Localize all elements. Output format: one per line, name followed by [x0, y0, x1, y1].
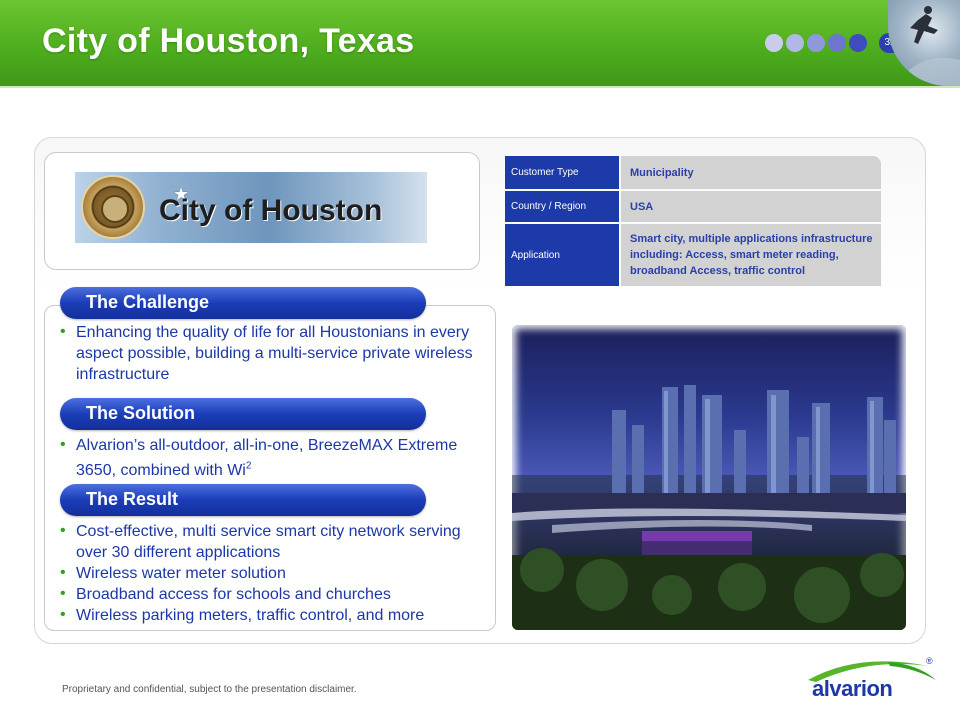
info-row: Customer Type Municipality — [505, 156, 881, 189]
city-seal-icon — [81, 175, 145, 239]
info-label: Customer Type — [505, 156, 619, 189]
corner-photo — [888, 0, 960, 86]
alvarion-logo: alvarion ® — [798, 656, 938, 706]
result-title: The Result — [86, 489, 179, 509]
challenge-bullets: • Enhancing the quality of life for all … — [60, 322, 488, 385]
challenge-title: The Challenge — [86, 292, 210, 312]
progress-dot — [765, 34, 783, 52]
solution-text: Alvarion’s all-outdoor, all-in-one, Bree… — [76, 437, 458, 480]
logo-text: City of Houston — [159, 194, 383, 227]
bullet-text: Cost-effective, multi service smart city… — [76, 523, 461, 561]
bullet-text: Broadband access for schools and churche… — [76, 586, 391, 603]
list-item: • Wireless water meter solution — [60, 563, 490, 584]
info-row: Application Smart city, multiple applica… — [505, 224, 881, 286]
info-value: Smart city, multiple applications infras… — [621, 224, 881, 286]
bullet-dot: • — [60, 606, 66, 623]
info-label: Application — [505, 224, 619, 286]
superscript: 2 — [245, 461, 252, 472]
city-logo-banner: ★ City of Houston — [75, 172, 427, 243]
bullet-text: Wireless parking meters, traffic control… — [76, 607, 425, 624]
progress-dots — [765, 34, 867, 52]
solution-bullets: • Alvarion’s all-outdoor, all-in-one, Br… — [60, 435, 460, 481]
bullet-dot: • — [60, 323, 66, 340]
solution-header: The Solution — [60, 398, 426, 430]
houston-skyline-photo — [512, 325, 906, 630]
customer-info-table: Customer Type Municipality Country / Reg… — [505, 156, 881, 286]
bullet-dot: • — [60, 564, 66, 581]
result-bullets: • Cost-effective, multi service smart ci… — [60, 521, 490, 626]
info-row: Country / Region USA — [505, 191, 881, 222]
info-value: USA — [621, 191, 881, 222]
list-item: • Wireless parking meters, traffic contr… — [60, 605, 490, 626]
list-item: • Cost-effective, multi service smart ci… — [60, 521, 490, 563]
slide-header: City of Houston, Texas 32 — [0, 0, 960, 88]
skyline-illustration — [512, 385, 906, 630]
registered-mark: ® — [926, 656, 933, 666]
info-label: Country / Region — [505, 191, 619, 222]
bullet-text: Alvarion’s all-outdoor, all-in-one, Bree… — [76, 437, 457, 479]
disclaimer-text: Proprietary and confidential, subject to… — [62, 684, 357, 695]
progress-dot — [786, 34, 804, 52]
info-value: Municipality — [621, 156, 881, 189]
bullet-text: Wireless water meter solution — [76, 565, 286, 582]
challenge-header: The Challenge — [60, 287, 426, 319]
bullet-dot: • — [60, 585, 66, 602]
solution-title: The Solution — [86, 403, 195, 423]
progress-dot — [807, 34, 825, 52]
list-item: • Broadband access for schools and churc… — [60, 584, 490, 605]
brand-name: alvarion — [812, 676, 893, 701]
result-header: The Result — [60, 484, 426, 516]
progress-dot — [849, 34, 867, 52]
slide-title: City of Houston, Texas — [42, 22, 415, 60]
list-item: • Alvarion’s all-outdoor, all-in-one, Br… — [60, 435, 460, 481]
bullet-dot: • — [60, 436, 66, 453]
list-item: • Enhancing the quality of life for all … — [60, 322, 488, 385]
bullet-text: Enhancing the quality of life for all Ho… — [76, 324, 473, 383]
progress-dot — [828, 34, 846, 52]
jumper-silhouette-icon — [896, 6, 960, 86]
bullet-dot: • — [60, 522, 66, 539]
